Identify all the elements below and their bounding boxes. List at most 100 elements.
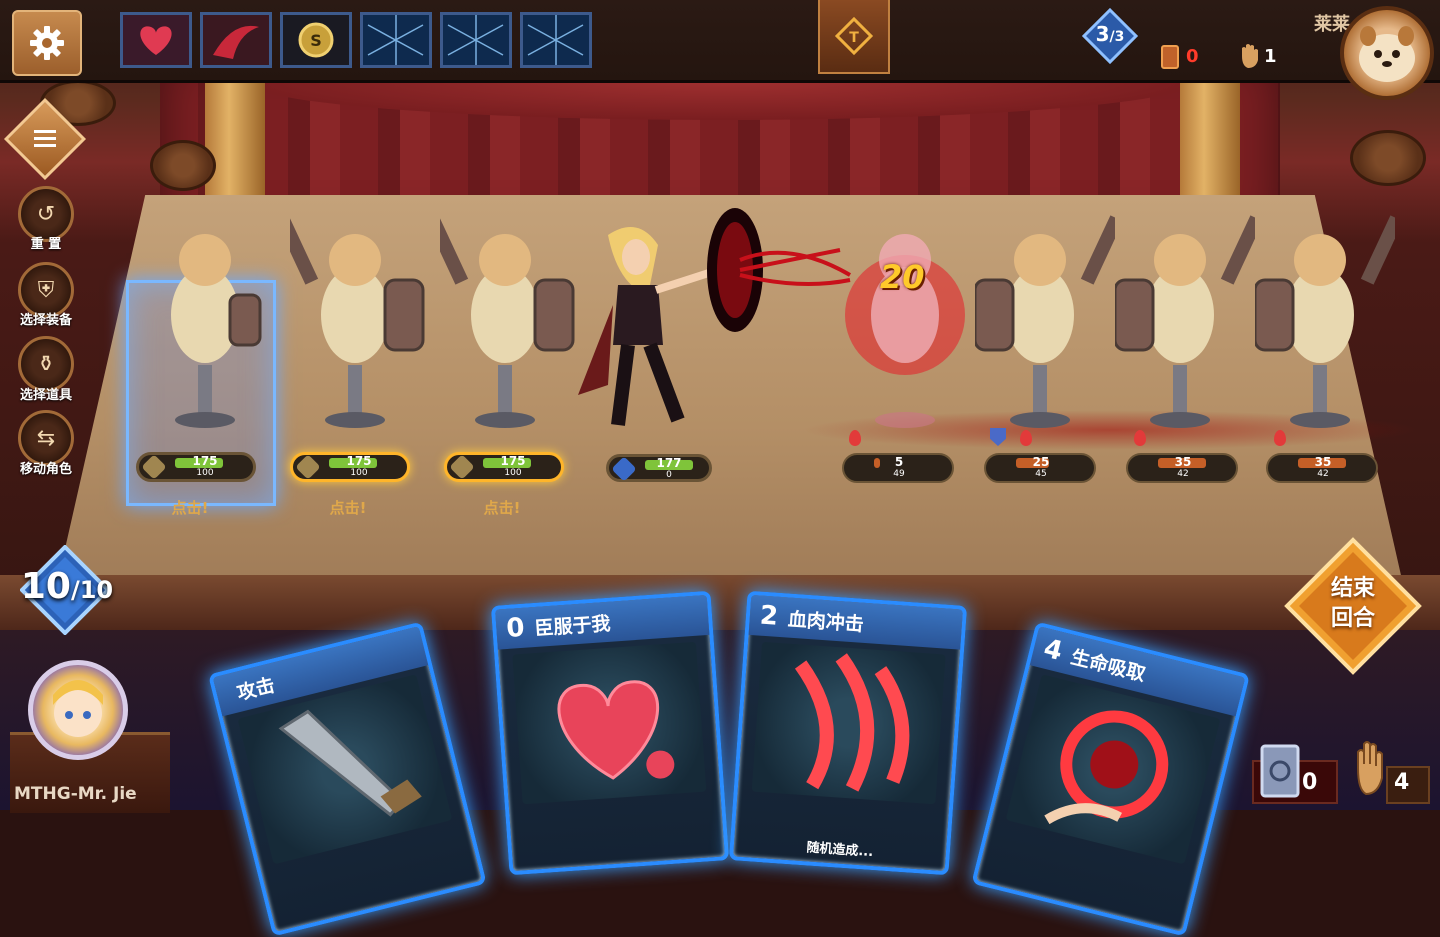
armor-icon: ⛨ xyxy=(37,277,55,303)
potion-icon: ⚱ xyxy=(36,351,56,377)
ally-dummy-3[interactable] xyxy=(440,215,580,435)
card-stack-icon xyxy=(1161,45,1179,69)
draw-count: 4 xyxy=(1394,770,1410,795)
card-cost: 4 xyxy=(1040,633,1066,668)
shield-icon xyxy=(141,454,167,480)
enemy-dummy-1[interactable] xyxy=(840,215,970,435)
settings-button[interactable] xyxy=(12,10,82,76)
select-equipment-label: 选择装备 xyxy=(19,313,72,328)
bleed-icon xyxy=(1134,430,1146,446)
deco-drum xyxy=(150,140,216,191)
click-hint: 点击! xyxy=(171,499,209,517)
heart-relic-icon[interactable] xyxy=(120,12,192,68)
ally-hp-bar-1: 175 100 xyxy=(136,452,256,482)
shield-value: 100 xyxy=(350,468,368,478)
bleed-icon xyxy=(1020,430,1032,446)
claw-slash-icon xyxy=(794,653,910,792)
card-description xyxy=(275,875,481,926)
heart-icon xyxy=(557,680,675,780)
enemy-hp-bar-4: 35 42 xyxy=(1266,453,1378,483)
click-hint: 点击! xyxy=(329,499,367,517)
bleed-icon xyxy=(849,430,861,446)
ally-dummy-1[interactable] xyxy=(140,215,270,435)
card-description xyxy=(978,875,1184,926)
hp-value: 35 xyxy=(1174,455,1192,469)
ally-dummy-2[interactable] xyxy=(290,215,430,435)
sub-value: 42 xyxy=(1177,469,1189,479)
blood-portal-effect xyxy=(707,208,852,332)
hp-value: 175 xyxy=(346,454,372,468)
shield-value: 100 xyxy=(504,468,522,478)
coin-relic-icon[interactable]: S xyxy=(280,12,352,68)
sub-value: 49 xyxy=(893,469,905,479)
opponent-avatar[interactable] xyxy=(1340,6,1434,100)
card-banner: 0 臣服于我 xyxy=(495,594,710,650)
hp-value: 5 xyxy=(894,455,904,469)
floor-counter: 3/3 xyxy=(1095,22,1125,46)
locked-relic-icon[interactable] xyxy=(440,12,512,68)
card-name: 生命吸取 xyxy=(1068,645,1148,686)
damage-popup: 20 xyxy=(880,258,925,296)
discard-count: 0 xyxy=(1302,770,1318,795)
energy-counter: 10/10 xyxy=(12,566,122,607)
sub-value: 45 xyxy=(1035,469,1047,479)
hp-value: 25 xyxy=(1032,455,1050,469)
svg-text:T: T xyxy=(849,30,859,46)
card-description xyxy=(513,850,724,865)
locked-relic-icon[interactable] xyxy=(360,12,432,68)
enemy-dummy-2[interactable] xyxy=(975,215,1115,435)
player-name: MTHG-Mr. Jie xyxy=(14,784,137,804)
shield-icon xyxy=(449,454,475,480)
energy-max: /10 xyxy=(70,576,114,604)
hand-icon xyxy=(1242,44,1258,68)
question-icon xyxy=(611,456,637,482)
hp-value: 175 xyxy=(192,454,218,468)
end-turn-label[interactable]: 结束 回合 xyxy=(1306,574,1400,634)
sub-value: 42 xyxy=(1317,469,1329,479)
energy-current: 10 xyxy=(20,566,71,607)
card-flesh-impact[interactable]: 2 血肉冲击 随机造成... xyxy=(728,590,968,876)
book-emblem-icon: T xyxy=(834,16,874,56)
card-back-icon xyxy=(1260,744,1300,798)
enemy-dummy-3[interactable] xyxy=(1115,215,1255,435)
enemy-dummy-4[interactable] xyxy=(1255,215,1395,435)
ally-hp-bar-3[interactable]: 175 100 xyxy=(444,452,564,482)
hand-count: 1 xyxy=(1264,46,1277,67)
deck-book-button[interactable]: T xyxy=(818,0,890,74)
sub-value: 0 xyxy=(666,470,672,480)
reset-label: 重 置 xyxy=(30,237,62,252)
card-cost: 0 xyxy=(505,612,526,644)
opponent-name: 莱莱 xyxy=(1314,14,1350,35)
card-description: 随机造成... xyxy=(805,840,874,861)
blood-sigil-relic-icon[interactable] xyxy=(200,12,272,68)
move-character-label: 移动角色 xyxy=(19,462,72,477)
bleed-icon xyxy=(1274,430,1286,446)
hp-value: 35 xyxy=(1314,455,1332,469)
cards-count: 0 xyxy=(1186,46,1199,67)
hp-value: 175 xyxy=(500,454,526,468)
ally-hp-bar-2[interactable]: 175 100 xyxy=(290,452,410,482)
card-name: 臣服于我 xyxy=(533,612,612,640)
enemy-hp-bar-3: 35 42 xyxy=(1126,453,1238,483)
swap-arrows-icon: ⇆ xyxy=(36,425,56,451)
hp-value: 177 xyxy=(656,456,682,470)
reset-icon: ↺ xyxy=(36,201,56,227)
card-name: 血肉冲击 xyxy=(787,608,865,636)
select-item-label: 选择道具 xyxy=(19,388,72,403)
click-hint: 点击! xyxy=(483,499,521,517)
card-banner: 2 血肉冲击 xyxy=(748,594,963,650)
card-cost: 2 xyxy=(758,600,780,632)
card-submit-to-me[interactable]: 0 臣服于我 xyxy=(490,590,730,876)
stage-edge xyxy=(0,575,1440,635)
svg-text:S: S xyxy=(310,31,322,50)
gear-icon xyxy=(30,26,64,60)
deco-drum xyxy=(1350,130,1426,186)
card-art xyxy=(512,641,707,805)
enemy-hp-bar-1: 5 49 xyxy=(842,453,954,483)
shield-value: 100 xyxy=(196,468,214,478)
shield-icon xyxy=(295,454,321,480)
card-name: 攻击 xyxy=(234,673,277,705)
player-avatar[interactable] xyxy=(28,660,128,760)
hero-hp-bar: 177 0 xyxy=(606,454,712,482)
locked-relic-icon[interactable] xyxy=(520,12,592,68)
